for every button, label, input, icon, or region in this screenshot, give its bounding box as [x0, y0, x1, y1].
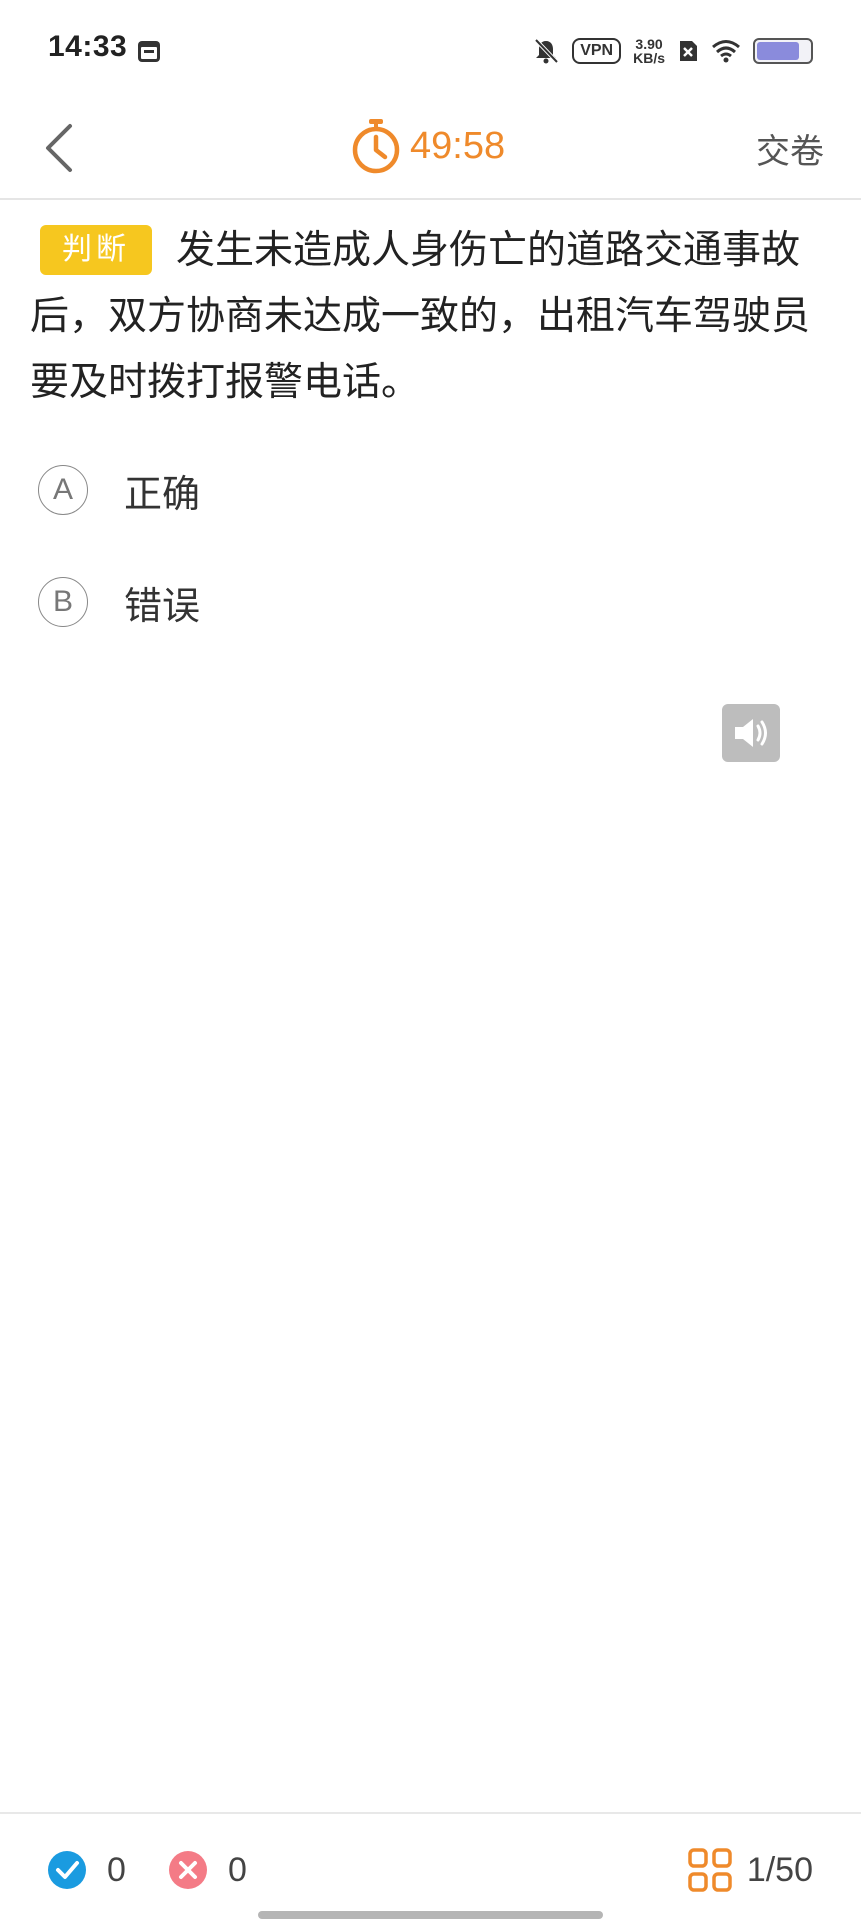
question-type-tag: 判断: [40, 225, 152, 275]
question-grid-button[interactable]: 1/50: [687, 1847, 813, 1893]
exam-timer: 49:58: [350, 112, 505, 180]
correct-count: 0: [107, 1850, 126, 1889]
speaker-icon: [735, 719, 767, 747]
cross-circle-icon: [169, 1851, 207, 1889]
option-a-text: 正确: [124, 471, 201, 516]
check-circle-icon: [48, 1851, 86, 1889]
status-time: 14:33: [48, 30, 128, 63]
bell-muted-icon: [534, 38, 559, 64]
question-progress: 1/50: [746, 1850, 813, 1889]
grid-icon: [688, 1848, 732, 1892]
option-a-letter: A: [38, 465, 88, 515]
no-sim-icon: [680, 41, 697, 61]
read-aloud-button[interactable]: [722, 704, 780, 762]
home-indicator[interactable]: [258, 1911, 603, 1919]
wifi-icon: [712, 40, 740, 63]
back-arrow-icon[interactable]: [36, 118, 84, 178]
timer-text: 49:58: [410, 124, 506, 167]
option-b-text: 错误: [124, 583, 201, 628]
wrong-count: 0: [228, 1850, 247, 1889]
option-b-letter: B: [38, 577, 88, 627]
calendar-icon: [138, 41, 160, 62]
wrong-stat: 0: [168, 1850, 247, 1890]
answer-stats-bar: 0 0 1/50: [0, 1812, 861, 1922]
exam-nav-bar: 49:58 交卷: [0, 100, 861, 200]
correct-stat: 0: [47, 1850, 126, 1890]
battery-icon: [753, 38, 813, 64]
speed-value: 3.90: [635, 36, 663, 52]
battery-fill: [757, 42, 800, 60]
option-a[interactable]: A 正确: [38, 455, 818, 525]
status-bar: 14:33 VPN 3.90 KB/s: [0, 0, 861, 100]
network-speed: 3.90 KB/s: [633, 37, 665, 65]
speed-unit: KB/s: [633, 50, 665, 66]
status-icons: VPN 3.90 KB/s: [532, 33, 813, 69]
question-text-block: 判断 发生未造成人身伤亡的道路交通事故后，双方协商未达成一致的，出租汽车驾驶员要及…: [30, 218, 830, 416]
submit-exam-button[interactable]: 交卷: [756, 124, 824, 173]
option-b[interactable]: B 错误: [38, 567, 818, 637]
vpn-badge: VPN: [572, 38, 622, 64]
stopwatch-icon: [352, 119, 400, 174]
